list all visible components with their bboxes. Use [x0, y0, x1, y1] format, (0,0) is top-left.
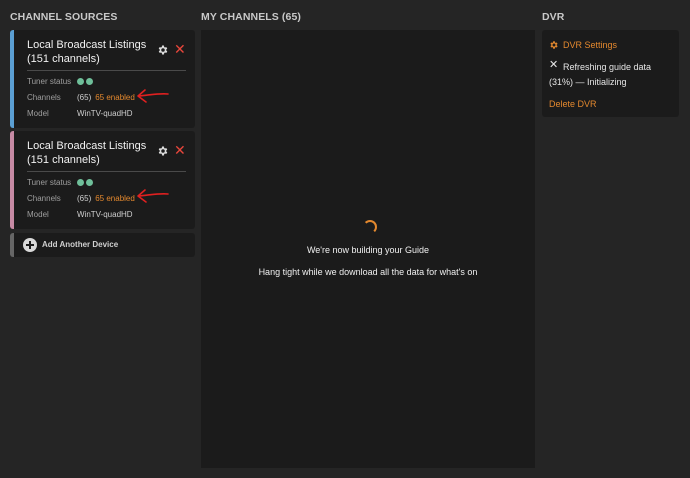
model-row: Model WinTV-quadHD [27, 210, 133, 219]
enabled-link[interactable]: 65 enabled [95, 93, 135, 102]
source-card: Local Broadcast Listings (151 channels) … [10, 30, 195, 128]
tuner-status-dot [77, 179, 84, 186]
gear-icon[interactable] [157, 44, 169, 56]
remove-source-icon[interactable]: ✕ [174, 143, 188, 157]
close-icon[interactable]: ✕ [549, 60, 558, 71]
remove-source-icon[interactable]: ✕ [174, 42, 188, 56]
annotation-arrow [137, 89, 169, 103]
my-channels-panel: We're now building your Guide Hang tight… [201, 30, 535, 468]
my-channels-title: MY CHANNELS (65) [201, 11, 302, 23]
tuner-status-dot [86, 78, 93, 85]
gear-icon[interactable] [157, 145, 169, 157]
model-row: Model WinTV-quadHD [27, 109, 133, 118]
enabled-link[interactable]: 65 enabled [95, 194, 135, 203]
plus-circle-icon [23, 238, 37, 252]
dvr-settings-link[interactable]: DVR Settings [563, 40, 617, 50]
tuner-status-row: Tuner status [27, 178, 93, 187]
refresh-progress-text: (31%) — Initializing [549, 77, 627, 87]
tuner-status-dot [86, 179, 93, 186]
tuner-status-row: Tuner status [27, 77, 93, 86]
loading-spinner-icon [363, 220, 377, 234]
tuner-status-dot [77, 78, 84, 85]
dvr-title: DVR [542, 11, 565, 23]
building-guide-message: We're now building your Guide [306, 245, 430, 255]
download-message: Hang tight while we download all the dat… [258, 267, 478, 277]
gear-icon [550, 41, 558, 49]
add-device-label: Add Another Device [42, 240, 119, 249]
channels-row: Channels (65) 65 enabled [27, 194, 135, 203]
source-accent-bar [10, 30, 14, 128]
source-card: Local Broadcast Listings (151 channels) … [10, 131, 195, 229]
add-device-button[interactable]: Add Another Device [10, 233, 195, 257]
refresh-status-text: Refreshing guide data [563, 62, 652, 72]
divider [27, 70, 186, 71]
delete-dvr-link[interactable]: Delete DVR [549, 99, 597, 109]
dvr-panel: DVR Settings ✕ Refreshing guide data (31… [542, 30, 679, 117]
add-device-accent-bar [10, 233, 14, 257]
annotation-arrow [137, 189, 169, 203]
source-name: Local Broadcast Listings (151 channels) [27, 140, 147, 166]
source-accent-bar [10, 131, 14, 229]
source-name: Local Broadcast Listings (151 channels) [27, 39, 147, 65]
channels-row: Channels (65) 65 enabled [27, 93, 135, 102]
channel-sources-title: CHANNEL SOURCES [10, 11, 118, 23]
divider [27, 171, 186, 172]
